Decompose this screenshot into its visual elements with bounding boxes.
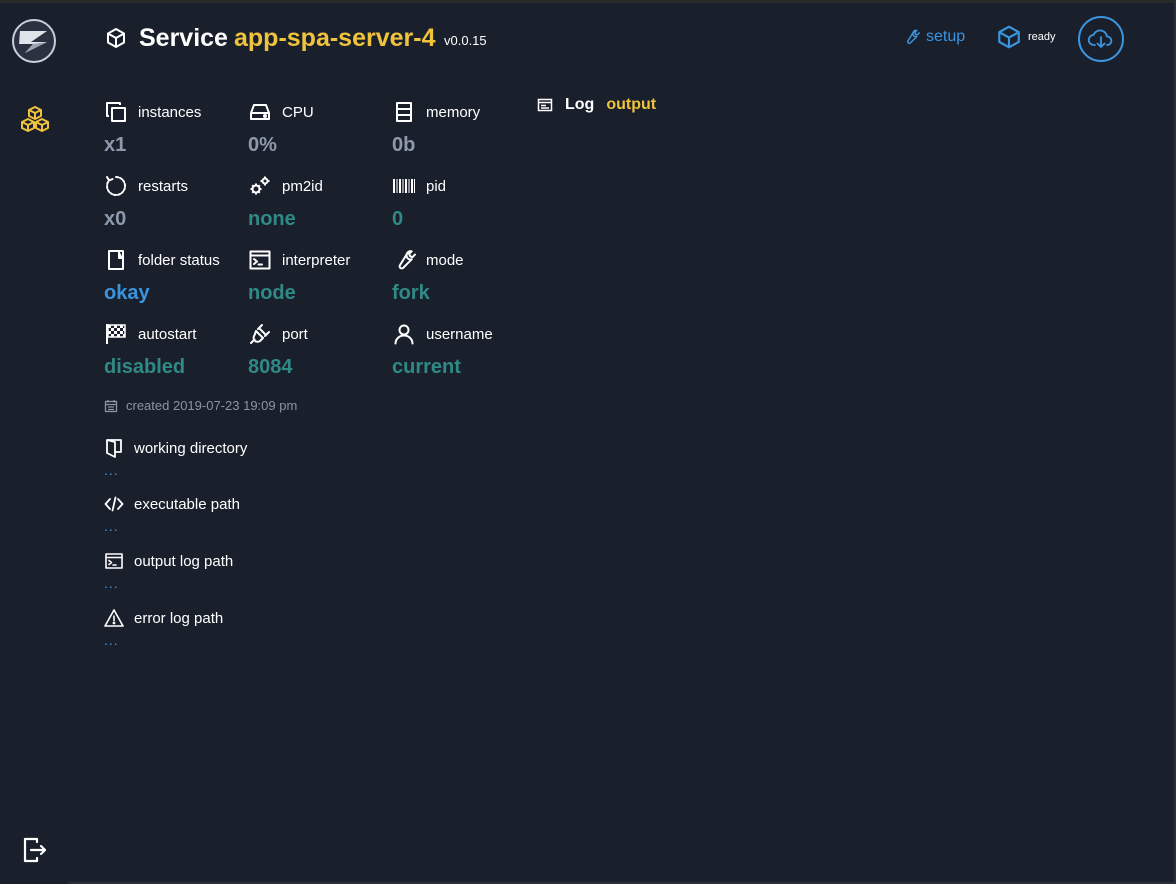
hard-drive-icon <box>250 104 270 120</box>
wrench-icon <box>398 250 416 270</box>
code-icon <box>104 496 124 512</box>
app-logo-icon[interactable] <box>11 18 57 64</box>
created-label: created 2019-07-23 19:09 pm <box>126 398 298 413</box>
stat-label: pm2id <box>282 177 323 195</box>
folder-page-icon <box>108 250 124 270</box>
copy-icon <box>106 102 126 122</box>
path-value[interactable]: ... <box>104 519 240 533</box>
stat-label: pid <box>426 177 447 195</box>
stat-value: x1 <box>104 134 127 156</box>
status-indicator: ready <box>996 24 1056 50</box>
terminal-icon <box>105 553 123 569</box>
wrench-icon <box>906 29 920 45</box>
barcode-icon <box>393 179 415 193</box>
stat-pid: pid 0 <box>392 174 532 231</box>
stat-port: port 8084 <box>248 322 388 379</box>
stat-value: 0b <box>392 134 416 156</box>
path-label: executable path <box>134 495 240 513</box>
stat-label: interpreter <box>282 251 351 269</box>
stat-label: memory <box>426 103 481 121</box>
stat-mode: mode fork <box>392 248 532 305</box>
cloud-download-icon <box>1087 29 1113 48</box>
log-selected-output[interactable]: output <box>606 96 656 114</box>
stat-value: fork <box>392 282 430 304</box>
door-icon <box>106 439 122 458</box>
path-value[interactable]: ... <box>104 633 223 647</box>
stat-value: none <box>248 208 296 230</box>
log-icon <box>537 98 553 112</box>
setup-label: setup <box>926 28 966 45</box>
created-timestamp: created 2019-07-23 19:09 pm <box>104 398 297 413</box>
stat-value: 8084 <box>248 356 293 378</box>
stat-value: disabled <box>104 356 186 378</box>
calendar-icon <box>104 399 118 412</box>
stat-label: restarts <box>138 177 189 195</box>
stat-value: current <box>392 356 461 378</box>
window-top-border <box>0 0 1176 3</box>
page-title: Service <box>139 24 228 52</box>
stat-label: folder status <box>138 251 220 269</box>
terminal-icon <box>249 250 271 270</box>
version-label: v0.0.15 <box>444 33 487 48</box>
status-label: ready <box>1028 31 1056 43</box>
executable-path-item: executable path ... <box>104 494 240 534</box>
stat-restarts: restarts x0 <box>104 174 244 231</box>
stat-label: port <box>282 325 308 343</box>
stat-username: username current <box>392 322 532 379</box>
stat-label: mode <box>426 251 464 269</box>
path-value[interactable]: ... <box>104 576 233 590</box>
stat-cpu: CPU 0% <box>248 100 388 157</box>
stat-label: username <box>426 325 493 343</box>
path-label: output log path <box>134 552 234 570</box>
service-name: app-spa-server-4 <box>234 24 436 52</box>
user-icon <box>394 324 414 345</box>
cloud-download-button[interactable] <box>1078 16 1124 62</box>
stat-value: 0 <box>392 208 404 230</box>
plug-icon <box>250 324 270 344</box>
stat-value: okay <box>104 282 150 304</box>
stat-instances: instances x1 <box>104 100 244 157</box>
path-label: working directory <box>134 439 248 457</box>
output-log-path-item: output log path ... <box>104 551 234 591</box>
path-label: error log path <box>134 609 224 627</box>
stat-folder-status: folder status okay <box>104 248 244 305</box>
warning-icon <box>104 609 124 627</box>
gears-icon <box>250 176 270 195</box>
error-log-path-item: error log path ... <box>104 608 223 647</box>
server-icon <box>396 102 412 122</box>
stat-interpreter: interpreter node <box>248 248 388 305</box>
stat-value: node <box>248 282 296 304</box>
stat-autostart: autostart disabled <box>104 322 244 379</box>
stat-pm2id: pm2id none <box>248 174 388 231</box>
cube-icon <box>107 28 125 48</box>
log-header: Log output <box>537 96 656 114</box>
cubes-icon[interactable] <box>20 104 50 134</box>
path-value[interactable]: ... <box>104 463 247 477</box>
stat-memory: memory 0b <box>392 100 532 157</box>
setup-button[interactable]: setup <box>902 28 965 46</box>
exit-icon[interactable] <box>22 837 48 863</box>
stat-label: instances <box>138 103 202 121</box>
stat-value: 0% <box>248 134 277 156</box>
working-directory-item: working directory ... <box>104 438 247 477</box>
log-title: Log <box>565 96 595 113</box>
cube-status-icon <box>998 25 1020 49</box>
restart-icon <box>106 175 127 196</box>
stat-value: x0 <box>104 208 127 230</box>
stat-label: autostart <box>138 325 197 343</box>
stat-label: CPU <box>282 103 314 121</box>
checkered-flag-icon <box>106 324 126 344</box>
